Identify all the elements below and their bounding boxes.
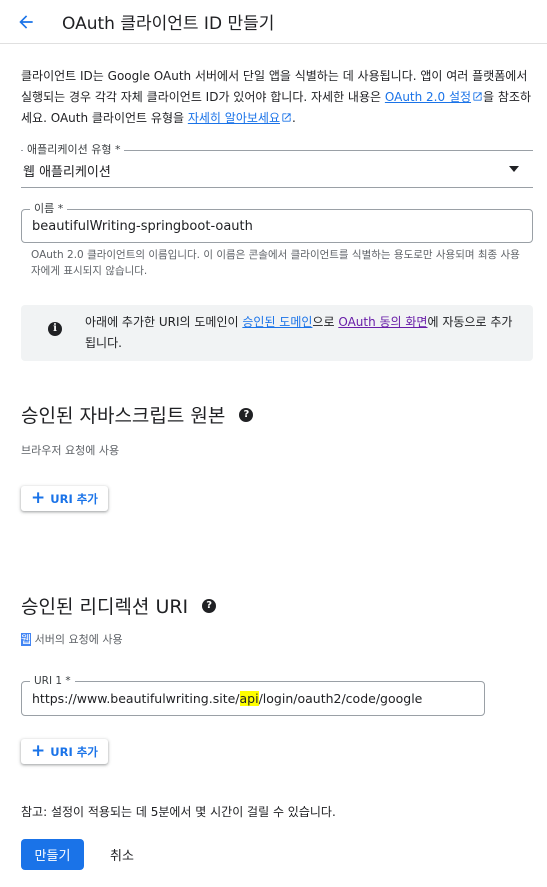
info-text-part: 아래에 추가한 URI의 도메인이 xyxy=(85,315,243,329)
dropdown-arrow-icon xyxy=(509,166,519,172)
settings-note: 참고: 설정이 적용되는 데 5분에서 몇 시간이 걸릴 수 있습니다. xyxy=(21,805,336,819)
uri-highlighted-segment: api xyxy=(239,691,259,706)
intro-text-part: . xyxy=(291,111,296,125)
js-origins-subtitle: 브라우저 요청에 사용 xyxy=(21,444,120,457)
info-text-part: 으로 xyxy=(312,315,339,329)
redirect-uri-1-label: URI 1 * xyxy=(30,674,75,688)
redirect-uri-1-value: https://www.beautifulwriting.site/api/lo… xyxy=(32,691,422,706)
cancel-button[interactable]: 취소 xyxy=(102,839,142,870)
plus-icon: + xyxy=(31,741,46,761)
name-field[interactable]: 이름 * beautifulWriting-springboot-oauth xyxy=(21,202,533,243)
name-field-label: 이름 * xyxy=(30,202,68,216)
js-origins-section-title: 승인된 자바스크립트 원본 ? xyxy=(21,401,254,428)
redirect-uris-subtitle: 웹 서버의 요청에 사용 xyxy=(21,631,123,647)
info-icon: i xyxy=(48,322,62,336)
external-link-icon xyxy=(473,92,482,101)
add-uri-label: URI 추가 xyxy=(50,491,98,506)
back-button[interactable] xyxy=(12,8,40,36)
arrow-back-icon xyxy=(19,15,33,29)
help-icon[interactable]: ? xyxy=(202,598,217,613)
create-button[interactable]: 만들기 xyxy=(21,839,84,870)
oauth-settings-link[interactable]: OAuth 2.0 설정 xyxy=(385,90,483,104)
intro-text: 클라이언트 ID는 Google OAuth 서버에서 단일 앱을 식별하는 데… xyxy=(21,66,536,129)
name-helper-text: OAuth 2.0 클라이언트의 이름입니다. 이 이름은 콘솔에서 클라이언트… xyxy=(31,249,520,277)
add-js-origin-uri-button[interactable]: + URI 추가 xyxy=(21,486,108,511)
name-field-value: beautifulWriting-springboot-oauth xyxy=(32,219,253,234)
page-header: OAuth 클라이언트 ID 만들기 xyxy=(0,0,547,44)
js-origins-title: 승인된 자바스크립트 원본 xyxy=(21,405,226,427)
plus-icon: + xyxy=(31,488,46,508)
selected-text-highlight: 웹 xyxy=(21,633,32,646)
add-redirect-uri-button[interactable]: + URI 추가 xyxy=(21,739,108,764)
add-uri-label: URI 추가 xyxy=(50,744,98,759)
learn-more-link-label: 자세히 알아보세요 xyxy=(187,111,280,125)
redirect-uri-1-input[interactable]: URI 1 * https://www.beautifulwriting.sit… xyxy=(21,674,485,716)
authorized-domains-link[interactable]: 승인된 도메인 xyxy=(242,315,312,329)
application-type-select[interactable]: 애플리케이션 유형 * 웹 애플리케이션 xyxy=(21,143,533,188)
uri-prefix: https://www.beautifulwriting.site/ xyxy=(32,691,240,706)
redirect-uris-section-title: 승인된 리디렉션 URI ? xyxy=(21,592,217,619)
info-banner: i 아래에 추가한 URI의 도메인이 승인된 도메인으로 OAuth 동의 화… xyxy=(21,305,533,361)
redirect-uris-subtitle-rest: 서버의 요청에 사용 xyxy=(31,633,123,646)
oauth-settings-link-label: OAuth 2.0 설정 xyxy=(384,90,472,104)
application-type-label: 애플리케이션 유형 * xyxy=(23,143,125,157)
help-icon[interactable]: ? xyxy=(239,407,254,422)
info-text: 아래에 추가한 URI의 도메인이 승인된 도메인으로 OAuth 동의 화면에… xyxy=(85,312,515,354)
uri-suffix: /login/oauth2/code/google xyxy=(258,691,423,706)
learn-more-link[interactable]: 자세히 알아보세요 xyxy=(188,111,292,125)
redirect-uris-title: 승인된 리디렉션 URI xyxy=(21,596,189,618)
consent-screen-link[interactable]: OAuth 동의 화면 xyxy=(338,315,427,329)
application-type-value: 웹 애플리케이션 xyxy=(23,165,111,180)
external-link-icon xyxy=(282,113,291,122)
page-title: OAuth 클라이언트 ID 만들기 xyxy=(62,14,275,34)
